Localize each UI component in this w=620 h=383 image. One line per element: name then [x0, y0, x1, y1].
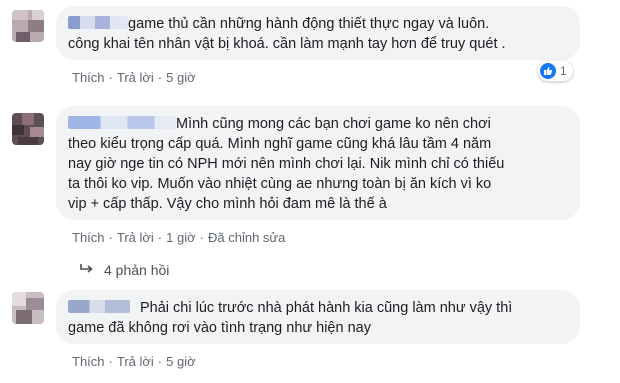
comment-line: game đã không rơi vào tình trạng như hiệ… [68, 320, 371, 336]
blurred-avatar-image [12, 292, 44, 324]
timestamp[interactable]: 1 giờ [166, 230, 196, 245]
edited-label[interactable]: Đã chỉnh sửa [208, 230, 285, 245]
avatar[interactable] [12, 292, 44, 324]
like-link[interactable]: Thích [72, 354, 105, 369]
comment-actions: Thích · Trả lời · 5 giờ [72, 354, 196, 369]
comment-bubble: Phải chi lúc trước nhà phát hành kia cũn… [56, 290, 580, 344]
comment-actions: Thích · Trả lời · 5 giờ [72, 70, 196, 85]
timestamp[interactable]: 5 giờ [166, 70, 196, 85]
reaction-count: 1 [560, 64, 567, 78]
comment-line: theo kiểu trọng cấp quá. Mình nghĩ game … [68, 136, 492, 152]
reply-link[interactable]: Trả lời [117, 354, 154, 369]
avatar[interactable] [12, 10, 44, 42]
reply-arrow-icon [80, 262, 94, 278]
comment-bubble: Mình cũng mong các bạn chơi game ko nên … [56, 106, 580, 220]
comment-line: nay giờ nge tin có NPH mới nên mình chơi… [68, 156, 505, 172]
blurred-avatar-image [12, 10, 44, 42]
reaction-count-badge[interactable]: 1 [538, 61, 573, 81]
comment-bubble: game thủ cần những hành động thiết thực … [56, 6, 580, 60]
comment-line: công khai tên nhân vật bị khoá. cần làm … [68, 36, 506, 52]
view-replies-link[interactable]: 4 phản hồi [80, 262, 169, 278]
reply-link[interactable]: Trả lời [117, 230, 154, 245]
comment-line: Mình cũng mong các bạn chơi game ko nên … [68, 114, 568, 134]
timestamp[interactable]: 5 giờ [166, 354, 196, 369]
avatar[interactable] [12, 113, 44, 145]
comment-line: ta thôi ko vip. Muốn vào nhiệt cùng ae n… [68, 176, 492, 192]
blurred-avatar-image [12, 113, 44, 145]
comment-actions: Thích · Trả lời · 1 giờ · Đã chỉnh sửa [72, 230, 286, 245]
comment-line: Phải chi lúc trước nhà phát hành kia cũn… [68, 298, 568, 318]
redacted-author-name[interactable] [68, 16, 128, 29]
redacted-author-name[interactable] [68, 116, 176, 129]
redacted-author-name[interactable] [68, 300, 130, 313]
comment-line: game thủ cần những hành động thiết thực … [68, 14, 568, 34]
like-icon [540, 63, 556, 79]
replies-count-label: 4 phản hồi [104, 262, 170, 278]
reply-link[interactable]: Trả lời [117, 70, 154, 85]
like-link[interactable]: Thích [72, 230, 105, 245]
like-link[interactable]: Thích [72, 70, 105, 85]
comment-line: vip + cấp thấp. Vậy cho mình hỏi đam mê … [68, 196, 387, 212]
